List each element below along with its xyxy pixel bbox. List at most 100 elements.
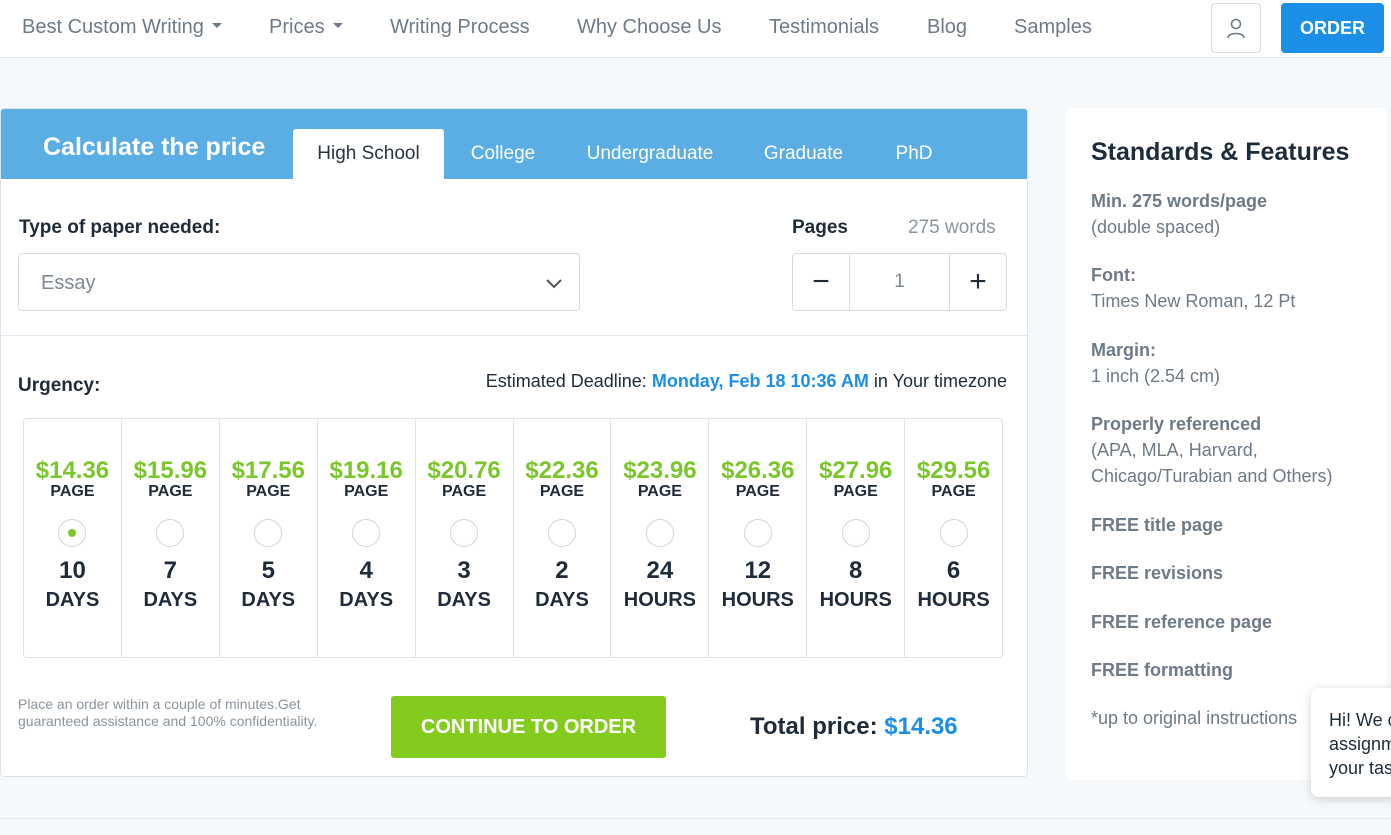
option-duration: 5 <box>261 557 275 584</box>
option-price: $17.56 <box>231 457 305 484</box>
feature-item: FREE title page <box>1091 512 1223 538</box>
chat-popup[interactable]: Hi! We c assignm your tas <box>1311 688 1391 797</box>
caret-down-icon <box>332 23 343 29</box>
urgency-option[interactable]: $29.56 PAGE 6 HOURS <box>905 419 1002 657</box>
nav-best-custom-writing[interactable]: Best Custom Writing <box>22 16 222 39</box>
radio[interactable] <box>352 519 381 547</box>
chat-line: Hi! We c <box>1329 710 1391 730</box>
feature-text: (APA, MLA, Harvard, Chicago/Turabian and… <box>1091 440 1333 486</box>
urgency-option[interactable]: $20.76 PAGE 3 DAYS <box>416 419 514 657</box>
paper-type-value: Essay <box>41 272 96 294</box>
words-count: 275 words <box>908 217 996 238</box>
radio[interactable] <box>939 519 968 547</box>
paper-type-select[interactable]: Essay <box>18 253 580 311</box>
option-unit: DAYS <box>241 589 296 611</box>
nav-samples[interactable]: Samples <box>1014 16 1092 39</box>
per-page-label: PAGE <box>735 483 780 500</box>
option-unit: DAYS <box>143 589 198 611</box>
radio[interactable] <box>645 519 674 547</box>
feature-item: FREE formatting <box>1091 657 1233 683</box>
radio[interactable] <box>254 519 283 547</box>
pages-label: Pages <box>792 217 848 238</box>
radio[interactable] <box>450 519 479 547</box>
continue-to-order-button[interactable]: CONTINUE TO ORDER <box>391 696 666 758</box>
urgency-label: Urgency: <box>18 375 101 396</box>
urgency-option[interactable]: $19.16 PAGE 4 DAYS <box>318 419 416 657</box>
feature-title: FREE formatting <box>1091 660 1233 680</box>
paper-type-label: Type of paper needed: <box>19 217 221 238</box>
deadline-date: Monday, Feb 18 10:36 AM <box>651 371 869 391</box>
chat-line: your tas <box>1329 758 1391 778</box>
urgency-option[interactable]: $22.36 PAGE 2 DAYS <box>514 419 612 657</box>
nav-blog[interactable]: Blog <box>927 16 967 39</box>
tab-undergraduate[interactable]: Undergraduate <box>571 129 729 179</box>
feature-text: 1 inch (2.54 cm) <box>1091 366 1221 386</box>
tab-graduate[interactable]: Graduate <box>751 129 856 179</box>
tab-college[interactable]: College <box>453 129 553 179</box>
option-duration: 2 <box>555 557 569 584</box>
radio-selected[interactable] <box>58 519 87 547</box>
pages-stepper: − 1 + <box>792 253 1007 311</box>
decrement-button[interactable]: − <box>793 254 850 310</box>
tab-high-school[interactable]: High School <box>293 129 444 179</box>
per-page-label: PAGE <box>344 483 389 500</box>
option-unit: DAYS <box>45 589 100 611</box>
urgency-options: $14.36 PAGE 10 DAYS $15.96 PAGE 7 DAYS $17.56 P… <box>23 418 1003 658</box>
option-price: $15.96 <box>133 457 208 484</box>
order-button[interactable]: ORDER <box>1281 3 1384 53</box>
option-price: $26.36 <box>721 457 795 484</box>
urgency-option[interactable]: $27.96 PAGE 8 HOURS <box>807 419 906 657</box>
nav-prices[interactable]: Prices <box>269 16 343 39</box>
account-button[interactable] <box>1211 3 1261 53</box>
price-calculator: Calculate the price High School College … <box>0 108 1028 777</box>
tab-phd[interactable]: PhD <box>876 129 952 179</box>
option-unit: DAYS <box>339 589 394 611</box>
feature-item: FREE reference page <box>1091 609 1272 635</box>
radio[interactable] <box>156 519 185 547</box>
urgency-option[interactable]: $17.56 PAGE 5 DAYS <box>220 419 318 657</box>
nav-testimonials[interactable]: Testimonials <box>769 16 879 39</box>
urgency-option[interactable]: $15.96 PAGE 7 DAYS <box>122 419 220 657</box>
divider <box>0 818 1391 819</box>
option-duration: 7 <box>163 557 178 584</box>
option-duration: 24 <box>646 557 674 584</box>
chat-line: assignm <box>1329 734 1391 754</box>
feature-title: Font: <box>1091 265 1136 285</box>
feature-title: FREE reference page <box>1091 612 1273 632</box>
feature-title: Min. 275 words/page <box>1091 191 1268 211</box>
option-price: $20.76 <box>427 457 501 484</box>
option-duration: 4 <box>359 557 373 584</box>
estimated-deadline: Estimated Deadline: Monday, Feb 18 10:36… <box>486 371 1007 392</box>
per-page-label: PAGE <box>50 483 95 500</box>
top-nav: Best Custom Writing Prices Writing Proce… <box>0 0 1391 58</box>
nav-label: Best Custom Writing <box>22 16 204 38</box>
radio[interactable] <box>841 519 870 547</box>
user-icon <box>1227 18 1245 39</box>
increment-button[interactable]: + <box>949 254 1006 310</box>
option-duration: 12 <box>744 557 772 584</box>
option-price: $23.96 <box>623 457 697 484</box>
per-page-label: PAGE <box>148 483 193 500</box>
option-price: $22.36 <box>525 457 599 484</box>
caret-down-icon <box>211 23 222 29</box>
nav-writing-process[interactable]: Writing Process <box>390 16 530 39</box>
option-unit: HOURS <box>819 589 892 611</box>
per-page-label: PAGE <box>539 483 585 500</box>
option-duration: 6 <box>946 557 961 584</box>
nav-why-choose-us[interactable]: Why Choose Us <box>577 16 722 39</box>
deadline-prefix: Estimated Deadline: <box>485 371 647 391</box>
urgency-option[interactable]: $26.36 PAGE 12 HOURS <box>709 419 808 657</box>
radio[interactable] <box>743 519 772 547</box>
feature-title: FREE title page <box>1091 515 1224 535</box>
option-price: $29.56 <box>916 457 991 484</box>
calculator-header: Calculate the price High School College … <box>1 109 1027 179</box>
total-price: Total price: $14.36 <box>750 713 958 741</box>
radio[interactable] <box>547 519 576 547</box>
feature-item: Margin: 1 inch (2.54 cm) <box>1091 337 1220 389</box>
per-page-label: PAGE <box>833 483 878 500</box>
chat-message: Hi! We c assignm your tas <box>1329 708 1391 780</box>
urgency-option[interactable]: $14.36 PAGE 10 DAYS <box>24 419 122 657</box>
calculator-title: Calculate the price <box>43 133 266 161</box>
pages-input[interactable]: 1 <box>850 254 949 310</box>
urgency-option[interactable]: $23.96 PAGE 24 HOURS <box>611 419 710 657</box>
